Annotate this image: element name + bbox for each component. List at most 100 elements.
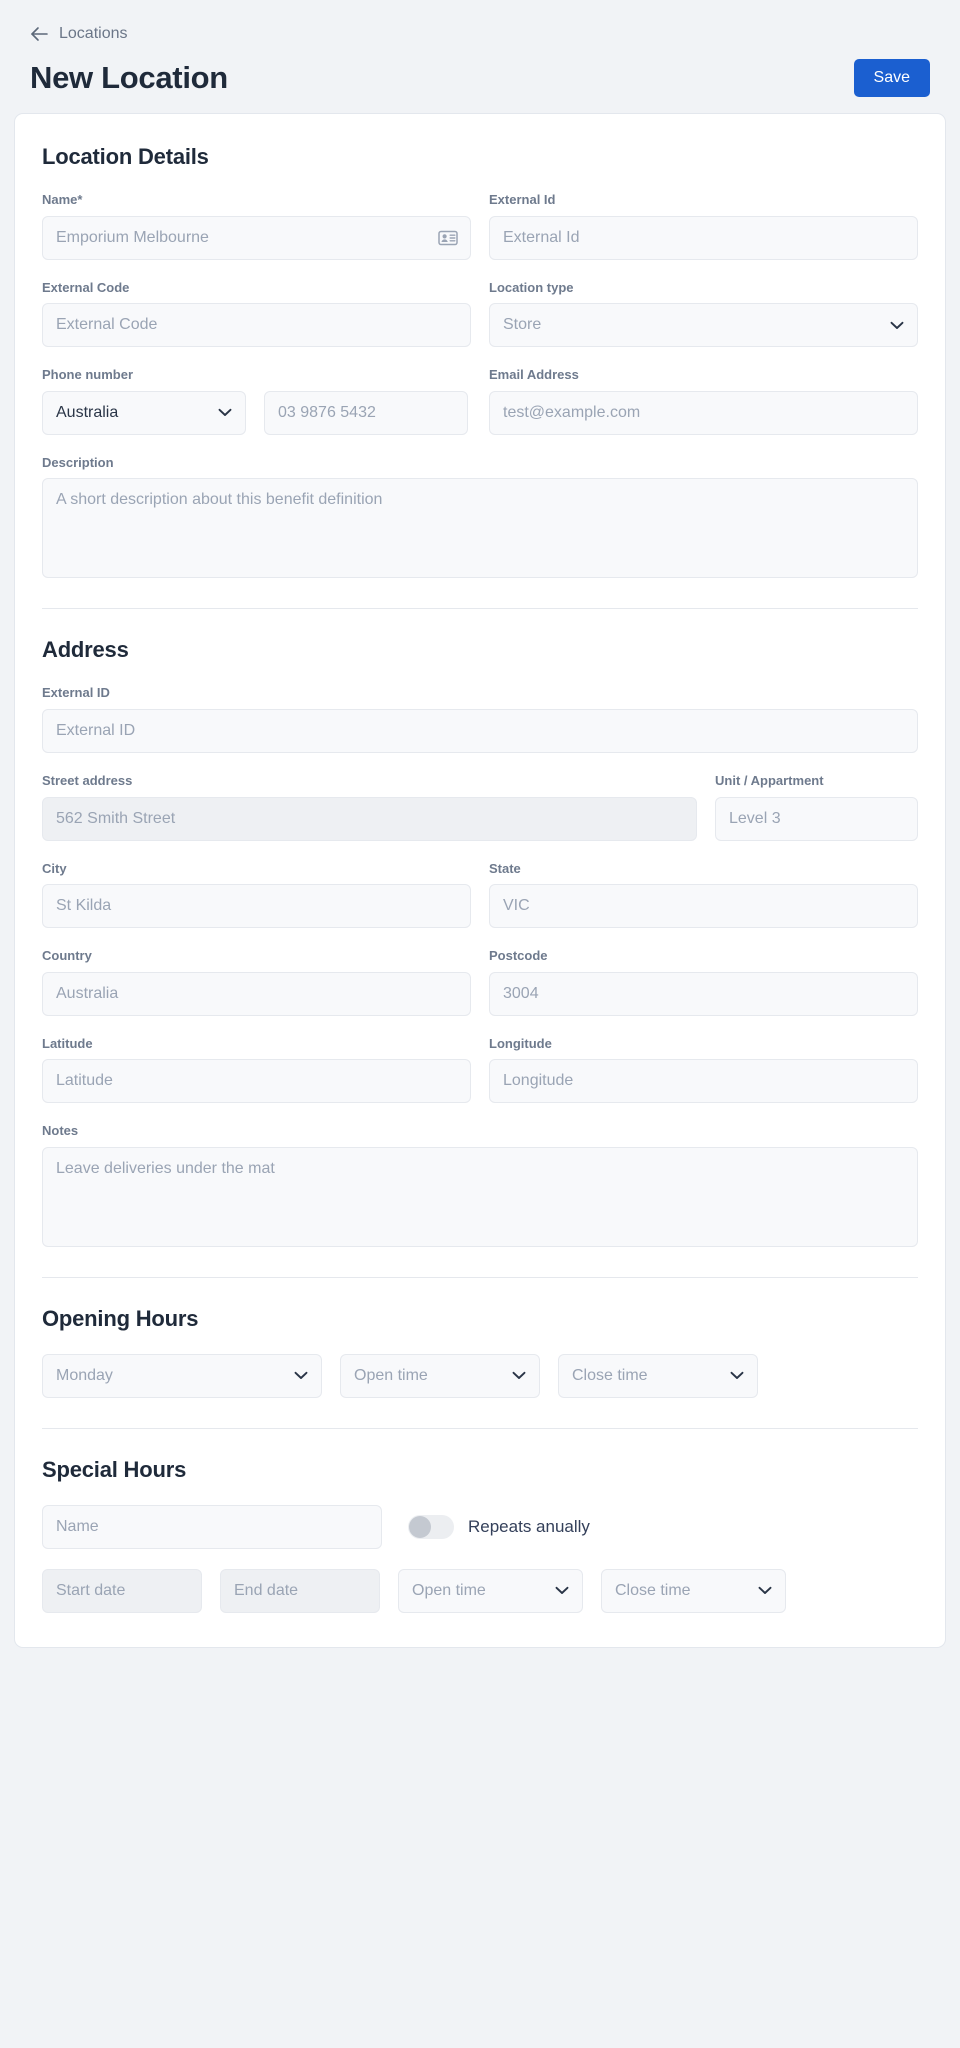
label-description: Description <box>42 454 114 470</box>
end-date-input[interactable]: End date <box>220 1568 380 1613</box>
field-phone: Phone number Australia 03 9876 5432 <box>42 367 471 435</box>
label-state: State <box>489 860 521 876</box>
description-placeholder: A short description about this benefit d… <box>56 491 383 509</box>
field-notes: Notes Leave deliveries under the mat <box>42 1123 918 1247</box>
repeats-annually-label: Repeats anually <box>468 1516 590 1536</box>
field-external-id: External Id External Id <box>489 192 918 260</box>
special-open-time-wrap: Open time <box>398 1568 583 1613</box>
unit-placeholder: Level 3 <box>729 809 781 827</box>
latitude-placeholder: Latitude <box>56 1072 113 1090</box>
page-title: New Location <box>30 60 228 95</box>
longitude-placeholder: Longitude <box>503 1072 574 1090</box>
street-address-placeholder: 562 Smith Street <box>56 809 176 827</box>
special-name-placeholder: Name <box>56 1517 99 1535</box>
notes-placeholder: Leave deliveries under the mat <box>56 1159 275 1177</box>
label-longitude: Longitude <box>489 1035 552 1051</box>
field-longitude: Longitude Longitude <box>489 1036 918 1104</box>
special-name-wrap: Name <box>42 1504 382 1549</box>
address-external-id-placeholder: External ID <box>56 721 136 739</box>
address-external-id-input[interactable]: External ID <box>42 708 918 753</box>
description-textarea[interactable]: A short description about this benefit d… <box>42 478 918 579</box>
unit-input[interactable]: Level 3 <box>715 796 918 841</box>
name-input[interactable]: Emporium Melbourne <box>42 215 471 260</box>
row-city-state: City St Kilda State VIC <box>42 861 918 929</box>
start-date-input[interactable]: Start date <box>42 1568 202 1613</box>
city-input[interactable]: St Kilda <box>42 884 471 929</box>
label-unit-appartment: Unit / Appartment <box>715 772 824 788</box>
field-state: State VIC <box>489 861 918 929</box>
opening-close-time-select[interactable]: Close time <box>558 1353 758 1398</box>
row-phone-email: Phone number Australia 03 9876 5432 Emai… <box>42 367 918 435</box>
row-country-postcode: Country Australia Postcode 3004 <box>42 948 918 1016</box>
longitude-input[interactable]: Longitude <box>489 1059 918 1104</box>
postcode-input[interactable]: 3004 <box>489 971 918 1016</box>
state-input[interactable]: VIC <box>489 884 918 929</box>
contact-card-icon[interactable] <box>438 230 458 246</box>
label-external-id: External Id <box>489 192 556 207</box>
location-type-select[interactable]: Store <box>489 303 918 348</box>
phone-country-select[interactable]: Australia <box>42 390 246 435</box>
chevron-down-icon <box>758 1586 772 1595</box>
chevron-down-icon <box>294 1371 308 1380</box>
label-postcode: Postcode <box>489 948 548 964</box>
repeats-annually-toggle[interactable] <box>408 1514 454 1539</box>
page-title-row: New Location Save <box>30 59 930 113</box>
chevron-down-icon <box>890 321 904 330</box>
street-address-input[interactable]: 562 Smith Street <box>42 796 697 841</box>
phone-number-placeholder: 03 9876 5432 <box>278 403 376 421</box>
opening-day-value: Monday <box>56 1366 113 1384</box>
label-country: Country <box>42 948 92 964</box>
phone-row: Australia 03 9876 5432 <box>42 390 471 435</box>
arrow-left-icon <box>30 26 50 42</box>
end-date-wrap: End date <box>220 1568 380 1613</box>
country-input[interactable]: Australia <box>42 971 471 1016</box>
start-date-placeholder: Start date <box>56 1581 126 1599</box>
latitude-input[interactable]: Latitude <box>42 1059 471 1104</box>
opening-day-select[interactable]: Monday <box>42 1353 322 1398</box>
state-placeholder: VIC <box>503 897 530 915</box>
special-open-time-select[interactable]: Open time <box>398 1568 583 1613</box>
special-close-time-select[interactable]: Close time <box>601 1568 786 1613</box>
opening-open-time-select[interactable]: Open time <box>340 1353 540 1398</box>
section-title-address: Address <box>42 637 129 663</box>
field-email: Email Address test@example.com <box>489 367 918 435</box>
location-type-value: Store <box>503 316 542 334</box>
name-input-placeholder: Emporium Melbourne <box>56 228 209 246</box>
special-hours-bottom-row: Start date End date Open time Close time <box>42 1568 918 1613</box>
label-phone-number: Phone number <box>42 367 134 383</box>
field-external-code: External Code External Code <box>42 280 471 348</box>
label-location-type: Location type <box>489 279 574 295</box>
row-lat-long: Latitude Latitude Longitude Longitude <box>42 1036 918 1104</box>
field-name: Name* Emporium Melbourne <box>42 192 471 260</box>
opening-close-time-value: Close time <box>572 1366 648 1384</box>
external-code-placeholder: External Code <box>56 316 158 334</box>
row-externalcode-locationtype: External Code External Code Location typ… <box>42 280 918 348</box>
location-form-card: Location Details Name* Emporium Melbourn… <box>14 113 946 1648</box>
field-address-external-id: External ID External ID <box>42 685 918 753</box>
field-street-address: Street address 562 Smith Street <box>42 773 697 841</box>
start-date-wrap: Start date <box>42 1568 202 1613</box>
chevron-down-icon <box>218 408 232 417</box>
label-external-code: External Code <box>42 279 130 295</box>
label-name: Name* <box>42 192 83 207</box>
save-button[interactable]: Save <box>853 59 930 97</box>
external-code-input[interactable]: External Code <box>42 303 471 348</box>
breadcrumb-locations[interactable]: Locations <box>30 26 128 42</box>
special-open-time-value: Open time <box>412 1581 486 1599</box>
field-country: Country Australia <box>42 948 471 1016</box>
special-name-input[interactable]: Name <box>42 1504 382 1549</box>
phone-number-input[interactable]: 03 9876 5432 <box>264 390 468 435</box>
special-close-time-wrap: Close time <box>601 1568 786 1613</box>
field-postcode: Postcode 3004 <box>489 948 918 1016</box>
label-latitude: Latitude <box>42 1035 93 1051</box>
notes-textarea[interactable]: Leave deliveries under the mat <box>42 1146 918 1247</box>
field-city: City St Kilda <box>42 861 471 929</box>
opening-day-wrap: Monday <box>42 1353 322 1398</box>
external-id-input[interactable]: External Id <box>489 215 918 260</box>
field-description: Description A short description about th… <box>42 455 918 579</box>
label-city: City <box>42 860 67 876</box>
field-unit: Unit / Appartment Level 3 <box>715 773 918 841</box>
field-latitude: Latitude Latitude <box>42 1036 471 1104</box>
phone-country-wrap: Australia <box>42 390 246 435</box>
email-input[interactable]: test@example.com <box>489 390 918 435</box>
